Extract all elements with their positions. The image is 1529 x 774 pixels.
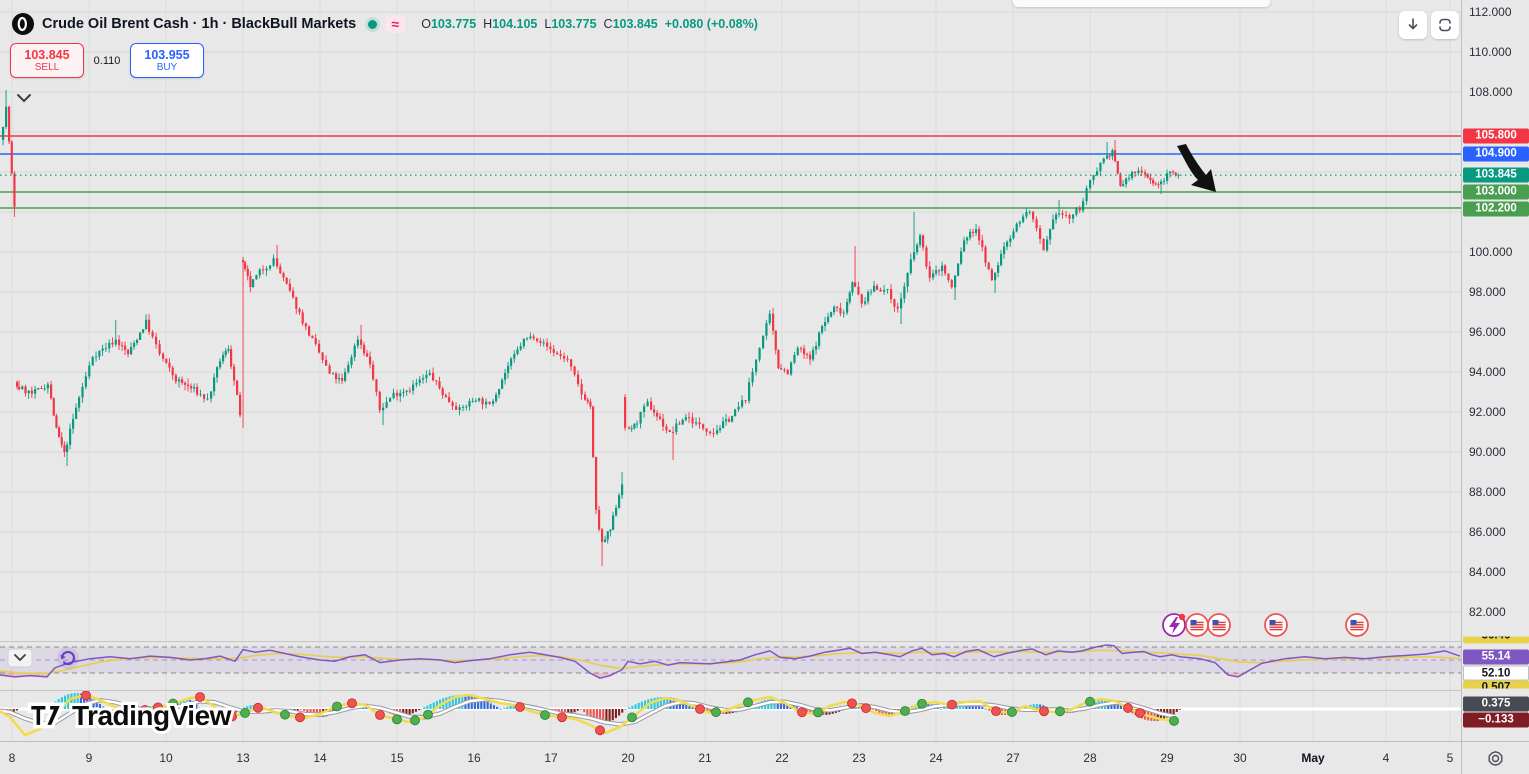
price-axis[interactable]: 112.000 110.000 108.000 100.000 98.000 96.000… bbox=[1461, 0, 1529, 741]
time-tick-label: 22 bbox=[775, 751, 788, 765]
sell-button[interactable]: 103.845 SELL bbox=[10, 43, 84, 78]
time-tick-label: 16 bbox=[467, 751, 480, 765]
price-tick-label: 88.000 bbox=[1469, 485, 1506, 499]
rsi-pane-collapse-button[interactable] bbox=[8, 649, 32, 667]
market-status-icon[interactable] bbox=[368, 20, 377, 29]
candlestick-series bbox=[2, 90, 1180, 566]
time-tick-label: 5 bbox=[1447, 751, 1454, 765]
time-tick-label: 4 bbox=[1383, 751, 1390, 765]
lightning-event-icon[interactable] bbox=[1163, 614, 1185, 636]
arrow-annotation bbox=[1177, 144, 1216, 192]
price-tick-label: 90.000 bbox=[1469, 445, 1506, 459]
time-tick-label: 9 bbox=[86, 751, 93, 765]
us-flag-event-icon[interactable] bbox=[1208, 614, 1230, 636]
price-label-chip: 55.14 bbox=[1463, 650, 1529, 665]
time-tick-label: 28 bbox=[1083, 751, 1096, 765]
us-flag-event-icon[interactable] bbox=[1265, 614, 1287, 636]
spread-value: 0.110 bbox=[84, 55, 130, 67]
price-tick-label: 82.000 bbox=[1469, 605, 1506, 619]
gear-icon[interactable] bbox=[1487, 750, 1504, 767]
time-tick-label: 8 bbox=[9, 751, 16, 765]
event-markers bbox=[1163, 614, 1368, 636]
price-label-chip: 103.845 bbox=[1463, 168, 1529, 183]
price-tick-label: 98.000 bbox=[1469, 285, 1506, 299]
time-tick-label: 15 bbox=[390, 751, 403, 765]
open-value: 103.775 bbox=[431, 17, 476, 31]
time-tick-label: 21 bbox=[698, 751, 711, 765]
approx-data-icon[interactable]: ≈ bbox=[385, 15, 405, 33]
change-value: +0.080 (+0.08%) bbox=[665, 17, 758, 31]
price-label-chip: 103.000 bbox=[1463, 185, 1529, 200]
price-label-chip: −0.133 bbox=[1463, 713, 1529, 728]
high-value: 104.105 bbox=[492, 17, 537, 31]
chart-actions bbox=[1399, 11, 1459, 39]
time-tick-label: 20 bbox=[621, 751, 634, 765]
price-tick-label: 96.000 bbox=[1469, 325, 1506, 339]
time-tick-label: 27 bbox=[1006, 751, 1019, 765]
us-flag-event-icon[interactable] bbox=[1186, 614, 1208, 636]
rsi-refresh-icon[interactable] bbox=[57, 647, 79, 669]
rsi-pane bbox=[0, 0, 1461, 678]
price-label-chip: 105.800 bbox=[1463, 129, 1529, 144]
low-value: 103.775 bbox=[551, 17, 596, 31]
download-button[interactable] bbox=[1399, 11, 1427, 39]
price-tick-label: 84.000 bbox=[1469, 565, 1506, 579]
price-label-chip: 104.900 bbox=[1463, 147, 1529, 162]
price-tick-label: 112.000 bbox=[1469, 5, 1512, 19]
time-tick-label: 14 bbox=[313, 751, 326, 765]
price-tick-label: 108.000 bbox=[1469, 85, 1512, 99]
price-tick-label: 94.000 bbox=[1469, 365, 1506, 379]
time-tick-label: 24 bbox=[929, 751, 942, 765]
us-flag-event-icon[interactable] bbox=[1346, 614, 1368, 636]
down-arrow-icon bbox=[1405, 17, 1421, 33]
symbol-logo-icon bbox=[12, 13, 34, 35]
macd-pane bbox=[0, 691, 1461, 735]
time-tick-label: 13 bbox=[236, 751, 249, 765]
floating-toolbar-edge bbox=[1013, 0, 1270, 7]
price-tick-label: 86.000 bbox=[1469, 525, 1506, 539]
time-tick-label: 17 bbox=[544, 751, 557, 765]
axis-corner bbox=[1461, 741, 1529, 774]
price-tick-label: 110.000 bbox=[1469, 45, 1512, 59]
price-tick-label: 100.000 bbox=[1469, 245, 1512, 259]
price-label-chip: 0.507 bbox=[1463, 681, 1529, 696]
time-axis[interactable]: 8 9 10 13 14 15 16 17 20 21 22 23 24 27 28 29 30 May 4 5 bbox=[0, 741, 1461, 774]
buy-price: 103.955 bbox=[144, 48, 189, 62]
price-label-chip: 102.200 bbox=[1463, 202, 1529, 217]
buy-button[interactable]: 103.955 BUY bbox=[130, 43, 204, 78]
close-value: 103.845 bbox=[613, 17, 658, 31]
chart-header: Crude Oil Brent Cash · 1h · BlackBull Ma… bbox=[12, 13, 758, 35]
grid-lines bbox=[0, 0, 1461, 741]
price-label-chip: 0.375 bbox=[1463, 697, 1529, 712]
time-tick-label: 23 bbox=[852, 751, 865, 765]
fullscreen-button[interactable] bbox=[1431, 11, 1459, 39]
price-tick-label: 92.000 bbox=[1469, 405, 1506, 419]
time-tick-label: 10 bbox=[159, 751, 172, 765]
sell-price: 103.845 bbox=[24, 48, 69, 62]
trade-panel: 103.845 SELL 0.110 103.955 BUY bbox=[10, 43, 204, 78]
price-label-chip: 52.10 bbox=[1463, 666, 1529, 681]
price-label-chip: 56.46 bbox=[1463, 629, 1529, 644]
time-tick-label: May bbox=[1301, 751, 1324, 765]
chart-canvas[interactable] bbox=[0, 0, 1461, 741]
ohlc-readout: O103.775 H104.105 L103.775 C103.845 +0.0… bbox=[421, 17, 758, 31]
time-tick-label: 30 bbox=[1233, 751, 1246, 765]
time-tick-label: 29 bbox=[1160, 751, 1173, 765]
price-pane-collapse-button[interactable] bbox=[18, 95, 30, 101]
symbol-title[interactable]: Crude Oil Brent Cash · 1h · BlackBull Ma… bbox=[42, 16, 356, 32]
chart-window: Crude Oil Brent Cash · 1h · BlackBull Ma… bbox=[0, 0, 1529, 774]
expand-icon bbox=[1436, 16, 1454, 34]
